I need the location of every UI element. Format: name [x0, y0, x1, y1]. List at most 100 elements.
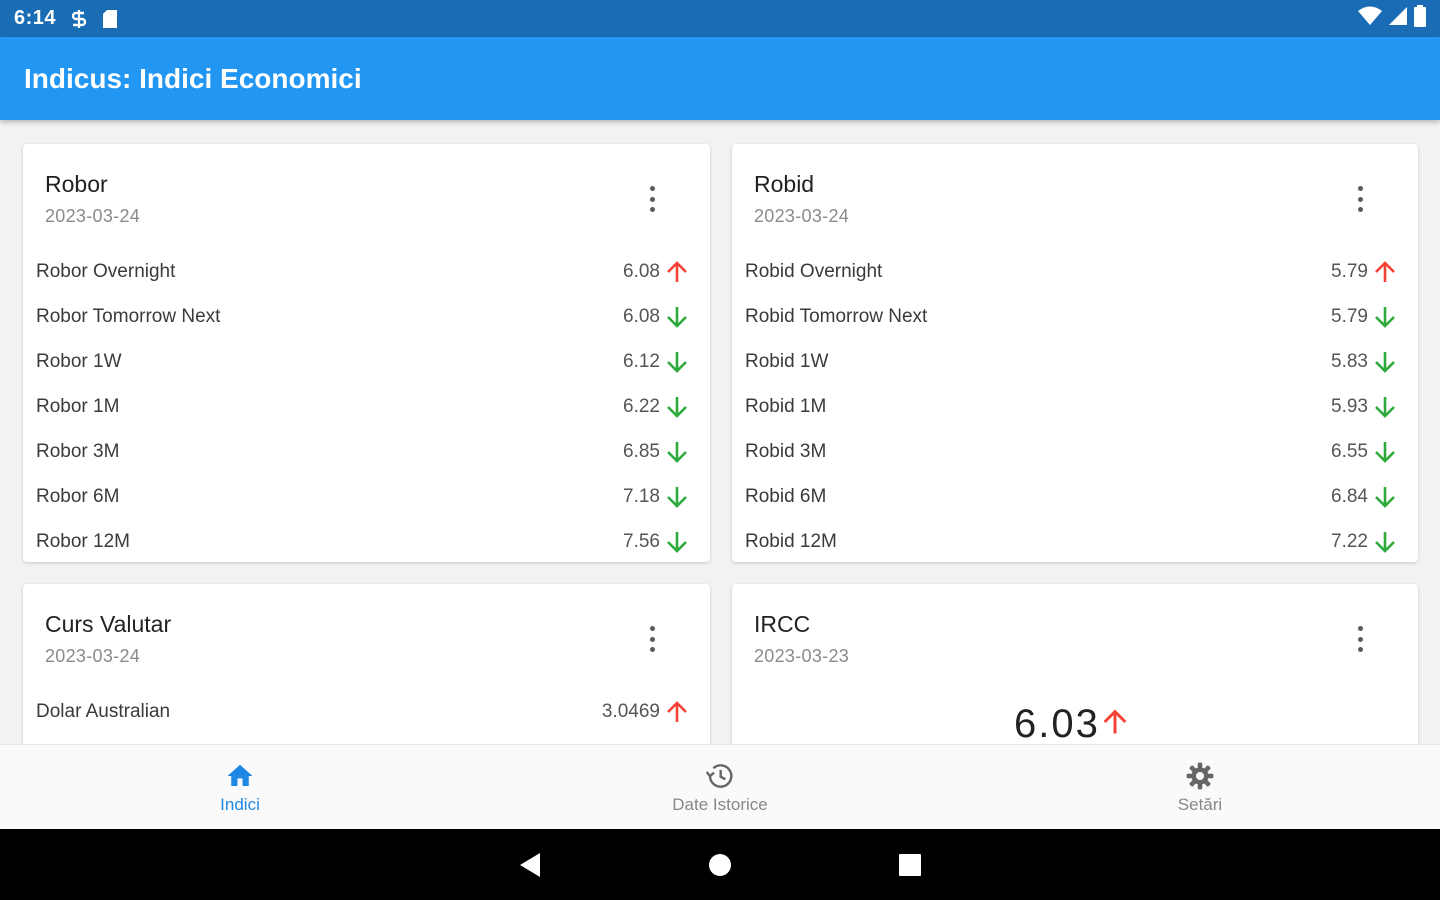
row-value: 5.93	[1331, 395, 1368, 417]
list-item[interactable]: Robid 6M 6.84	[732, 474, 1418, 519]
settings-icon	[1183, 759, 1217, 793]
ircc-card[interactable]: IRCC 2023-03-23 6.03	[732, 584, 1418, 744]
cell-signal-icon	[1388, 6, 1408, 31]
row-value: 5.79	[1331, 305, 1368, 327]
row-value: 6.08	[623, 260, 660, 282]
row-label: Robor 3M	[36, 440, 120, 462]
status-bar: 6:14	[0, 0, 1440, 37]
row-label: Robid 1M	[745, 395, 827, 417]
row-value: 3.0469	[601, 700, 660, 722]
list-item[interactable]: Robor 12M 7.56	[23, 519, 710, 562]
sync-icon	[70, 9, 88, 29]
arrow-down-icon	[1372, 304, 1398, 330]
row-value: 6.55	[1331, 440, 1368, 462]
battery-icon	[1414, 5, 1426, 32]
list-item[interactable]: Dolar Australian 3.0469	[23, 689, 710, 734]
row-value: 7.22	[1331, 530, 1368, 552]
row-value: 6.22	[623, 395, 660, 417]
row-label: Robid Tomorrow Next	[745, 305, 928, 327]
history-icon	[703, 759, 737, 793]
row-value: 6.08	[623, 305, 660, 327]
card-date: 2023-03-24	[45, 646, 141, 666]
card-title: Robor	[45, 171, 108, 197]
home-icon	[223, 759, 257, 793]
back-icon[interactable]	[510, 845, 550, 885]
row-label: Robor Overnight	[36, 260, 176, 282]
list-item[interactable]: Robor 6M 7.18	[23, 474, 710, 519]
robid-rows: Robid Overnight 5.79 Robid Tomorrow Next…	[732, 249, 1418, 562]
nav-label: Setări	[1177, 795, 1223, 814]
arrow-up-icon	[1372, 259, 1398, 285]
arrow-down-icon	[664, 439, 690, 465]
card-date: 2023-03-24	[754, 206, 850, 226]
recents-icon[interactable]	[890, 845, 930, 885]
nav-item-setari[interactable]: Setări	[960, 745, 1440, 829]
card-date: 2023-03-23	[754, 646, 850, 666]
nav-label: Indici	[220, 795, 260, 814]
list-item[interactable]: Robid 1M 5.93	[732, 384, 1418, 429]
row-label: Robid 3M	[745, 440, 827, 462]
nav-item-date-istorice[interactable]: Date Istorice	[480, 745, 960, 829]
row-label: Robor 1M	[36, 395, 120, 417]
row-label: Dolar Australian	[36, 700, 171, 722]
arrow-down-icon	[664, 529, 690, 555]
row-label: Robid Overnight	[745, 260, 883, 282]
list-item[interactable]: Robor Tomorrow Next 6.08	[23, 294, 710, 339]
system-navigation-bar	[0, 829, 1440, 900]
card-title: Curs Valutar	[45, 611, 172, 637]
row-value: 5.83	[1331, 350, 1368, 372]
curs-valutar-card[interactable]: Curs Valutar 2023-03-24 Dolar Australian…	[23, 584, 710, 744]
ircc-value-display: 6.03	[1014, 702, 1130, 744]
arrow-down-icon	[1372, 484, 1398, 510]
arrow-down-icon	[664, 484, 690, 510]
row-label: Robid 12M	[745, 530, 837, 552]
row-value: 6.12	[623, 350, 660, 372]
card-menu-button[interactable]	[1354, 624, 1366, 654]
arrow-up-icon	[664, 259, 690, 285]
bottom-navigation: Indici Date Istorice Setări	[0, 744, 1440, 829]
status-time: 6:14	[14, 7, 57, 29]
list-item[interactable]: Robor 1M 6.22	[23, 384, 710, 429]
arrow-down-icon	[1372, 349, 1398, 375]
list-item[interactable]: Robor Overnight 6.08	[23, 249, 710, 294]
arrow-up-icon	[1100, 702, 1130, 744]
row-value: 6.84	[1331, 485, 1368, 507]
status-indicators	[1358, 5, 1426, 32]
list-item[interactable]: Robid 3M 6.55	[732, 429, 1418, 474]
arrow-down-icon	[664, 304, 690, 330]
row-label: Robid 6M	[745, 485, 827, 507]
row-value: 5.79	[1331, 260, 1368, 282]
nav-item-indici[interactable]: Indici	[0, 745, 480, 829]
home-circle-icon[interactable]	[700, 845, 740, 885]
row-value: 7.18	[623, 485, 660, 507]
nav-label: Date Istorice	[672, 795, 768, 814]
list-item[interactable]: Robor 3M 6.85	[23, 429, 710, 474]
arrow-down-icon	[1372, 529, 1398, 555]
indices-grid[interactable]: Robor 2023-03-24 Robor Overnight 6.08 Ro…	[0, 120, 1440, 744]
row-label: Robor Tomorrow Next	[36, 305, 221, 327]
card-menu-button[interactable]	[646, 624, 658, 654]
curs-rows: Dolar Australian 3.0469	[23, 689, 710, 734]
list-item[interactable]: Robor 1W 6.12	[23, 339, 710, 384]
card-menu-button[interactable]	[1354, 184, 1366, 214]
list-item[interactable]: Robid Tomorrow Next 5.79	[732, 294, 1418, 339]
card-date: 2023-03-24	[45, 206, 141, 226]
wifi-icon	[1358, 6, 1382, 31]
robid-card[interactable]: Robid 2023-03-24 Robid Overnight 5.79 Ro…	[732, 144, 1418, 562]
list-item[interactable]: Robid 12M 7.22	[732, 519, 1418, 562]
app-bar: Indicus: Indici Economici	[0, 37, 1440, 120]
app-title: Indicus: Indici Economici	[24, 62, 362, 94]
row-label: Robid 1W	[745, 350, 829, 372]
row-value: 6.85	[623, 440, 660, 462]
list-item[interactable]: Robid 1W 5.83	[732, 339, 1418, 384]
card-menu-button[interactable]	[646, 184, 658, 214]
row-label: Robor 1W	[36, 350, 122, 372]
row-value: 7.56	[623, 530, 660, 552]
robor-card[interactable]: Robor 2023-03-24 Robor Overnight 6.08 Ro…	[23, 144, 710, 562]
arrow-down-icon	[664, 349, 690, 375]
list-item[interactable]: Robid Overnight 5.79	[732, 249, 1418, 294]
row-label: Robor 6M	[36, 485, 120, 507]
arrow-down-icon	[1372, 439, 1398, 465]
card-title: IRCC	[754, 611, 811, 637]
robor-rows: Robor Overnight 6.08 Robor Tomorrow Next…	[23, 249, 710, 562]
